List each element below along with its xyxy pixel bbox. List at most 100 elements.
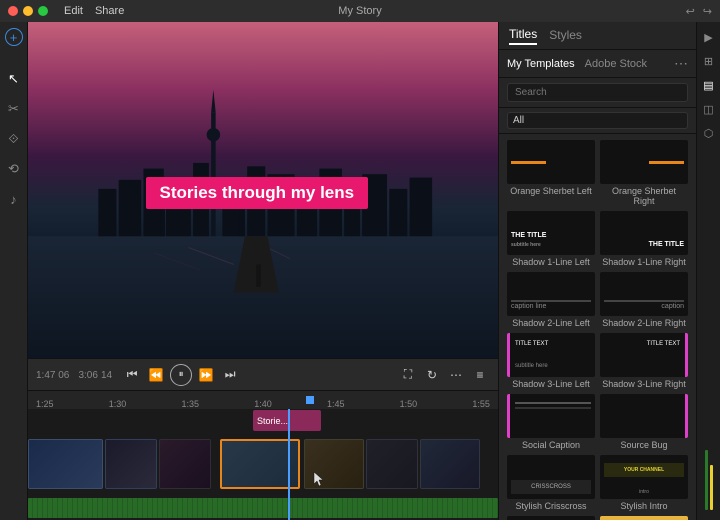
template-thumb-orange-sherbet-right (600, 140, 688, 184)
template-shadow3-line-left[interactable]: TITLE TEXT subtitle here Shadow 3-Line L… (507, 333, 595, 389)
more-options-icon[interactable]: ⋯ (674, 55, 688, 72)
right-panel: Titles Styles My Templates Adobe Stock ⋯… (498, 22, 696, 520)
search-input[interactable] (507, 83, 688, 102)
video-title-overlay: Stories through my lens (146, 177, 369, 209)
right-tool-3[interactable]: ▤ (700, 76, 718, 94)
template-name-shadow3-line-right: Shadow 3-Line Right (600, 379, 688, 389)
add-media-button[interactable]: + (5, 28, 23, 46)
template-thumb-stylish-intro: YOUR CHANNEL intro (600, 455, 688, 499)
share-menu[interactable]: Share (95, 5, 124, 17)
step-back-button[interactable]: ⏪ (146, 365, 166, 385)
video-clip-6[interactable] (366, 439, 418, 489)
right-icon-toolbar: ▶ ⊞ ▤ ◫ ⬡ (696, 22, 720, 520)
template-thumb-shadow2-line-right: caption (600, 272, 688, 316)
audio-track (28, 495, 498, 520)
template-shadow1-line-left[interactable]: THE TITLEsubtitle here Shadow 1-Line Lef… (507, 211, 595, 267)
title-track: Storie... (28, 409, 498, 433)
tool-cut[interactable]: ✂ (3, 98, 25, 120)
title-clip[interactable]: Storie... (253, 410, 321, 431)
duration-frames: 14 (101, 370, 112, 381)
video-track (28, 433, 498, 495)
template-thumb-sunrise (600, 516, 688, 520)
timeline-playhead-title (288, 409, 290, 433)
template-thumb-shadow1-line-left: THE TITLEsubtitle here (507, 211, 595, 255)
subtab-adobe-stock[interactable]: Adobe Stock (585, 58, 647, 70)
fullscreen-button[interactable]: ⛶ (398, 365, 418, 385)
template-social-caption[interactable]: Social Caption (507, 394, 595, 450)
titlebar-controls: ↩↪ (686, 5, 712, 18)
template-source-bug[interactable]: Source Bug (600, 394, 688, 450)
template-stylish-intro[interactable]: YOUR CHANNEL intro Stylish Intro (600, 455, 688, 511)
timecode-ruler: 1:25 1:30 1:35 1:40 1:45 1:50 1:55 (28, 391, 498, 409)
template-thumb-stylish-crisscross: CRISSCROSS (507, 455, 595, 499)
panel-subtabs: My Templates Adobe Stock (507, 58, 647, 70)
skip-back-button[interactable]: ⏮ (122, 365, 142, 385)
video-clip-3[interactable] (159, 439, 211, 489)
more-options-button[interactable]: ⋯ (446, 365, 466, 385)
template-name-shadow3-line-left: Shadow 3-Line Left (507, 379, 595, 389)
timeline-playhead-audio (288, 495, 290, 520)
template-shadow2-line-left[interactable]: caption line Shadow 2-Line Left (507, 272, 595, 328)
template-thumb-shadow3-line-left: TITLE TEXT subtitle here (507, 333, 595, 377)
right-tool-4[interactable]: ◫ (700, 100, 718, 118)
template-name-stylish-intro: Stylish Intro (600, 501, 688, 511)
video-clip-1[interactable] (28, 439, 103, 489)
tab-titles[interactable]: Titles (509, 27, 537, 45)
left-toolbar: + ↖ ✂ ⟐ ⟲ ♪ (0, 22, 28, 520)
template-shadow2-line-right[interactable]: caption Shadow 2-Line Right (600, 272, 688, 328)
template-orange-sherbet-right[interactable]: Orange Sherbet Right (600, 140, 688, 206)
edit-menu[interactable]: Edit (64, 5, 83, 17)
playhead-marker (306, 396, 314, 404)
right-tool-2[interactable]: ⊞ (700, 52, 718, 70)
template-stylish-crisscross[interactable]: CRISSCROSS Stylish Crisscross (507, 455, 595, 511)
right-tool-5[interactable]: ⬡ (700, 124, 718, 142)
step-forward-button[interactable]: ⏩ (196, 365, 216, 385)
ruler-mark-3: 1:40 (254, 399, 272, 409)
template-thumb-social-caption (507, 394, 595, 438)
skip-forward-button[interactable]: ⏭ (220, 365, 240, 385)
thumb-text: caption (661, 303, 684, 310)
template-orange-sherbet-left[interactable]: Orange Sherbet Left (507, 140, 595, 206)
tool-rotate[interactable]: ⟲ (3, 158, 25, 180)
maximize-button[interactable] (38, 6, 48, 16)
template-thumb-source-bug (600, 394, 688, 438)
template-shadow3-line-right[interactable]: TITLE TEXT Shadow 3-Line Right (600, 333, 688, 389)
template-stylish-outro[interactable]: YOUR CHANNEL Stylish Outro (507, 516, 595, 520)
template-name-shadow2-line-left: Shadow 2-Line Left (507, 318, 595, 328)
template-thumb-stylish-outro: YOUR CHANNEL (507, 516, 595, 520)
audio-clip[interactable] (28, 498, 498, 518)
video-clip-5[interactable] (304, 439, 364, 489)
loop-button[interactable]: ↻ (422, 365, 442, 385)
minimize-button[interactable] (23, 6, 33, 16)
template-thumb-orange-sherbet-left (507, 140, 595, 184)
subtab-my-templates[interactable]: My Templates (507, 58, 575, 70)
tab-styles[interactable]: Styles (549, 28, 582, 44)
level-bar-yellow (710, 465, 713, 510)
ruler-mark-5: 1:50 (400, 399, 418, 409)
current-time-display: 1:47 06 3:06 14 (36, 369, 112, 381)
thumb-text: THE TITLE (649, 241, 684, 249)
video-clip-2[interactable] (105, 439, 157, 489)
thumb-text: CRISSCROSS (531, 484, 571, 490)
templates-grid: Orange Sherbet Left Orange Sherbet Right… (499, 134, 696, 520)
filter-bar: All (499, 108, 696, 134)
play-pause-button[interactable]: ⏸ (170, 364, 192, 386)
template-shadow1-line-right[interactable]: THE TITLE Shadow 1-Line Right (600, 211, 688, 267)
video-clip-7[interactable] (420, 439, 480, 489)
tool-transition[interactable]: ⟐ (3, 128, 25, 150)
video-preview: Stories through my lens (28, 22, 498, 358)
filter-select[interactable]: All (507, 112, 688, 129)
right-tool-1[interactable]: ▶ (700, 28, 718, 46)
color-level-bars (705, 450, 713, 510)
thumb-subtext: subtitle here (515, 363, 548, 369)
thumb-text: TITLE TEXT (647, 341, 680, 347)
settings-button[interactable]: ≡ (470, 365, 490, 385)
tool-select[interactable]: ↖ (3, 68, 25, 90)
tool-audio[interactable]: ♪ (3, 188, 25, 210)
current-time: 1:47 (36, 370, 55, 381)
close-button[interactable] (8, 6, 18, 16)
template-sunrise[interactable]: Sunrise (600, 516, 688, 520)
panel-subheader: My Templates Adobe Stock ⋯ (499, 50, 696, 78)
ruler-mark-2: 1:35 (181, 399, 199, 409)
thumb-text: TITLE TEXT (515, 341, 548, 347)
